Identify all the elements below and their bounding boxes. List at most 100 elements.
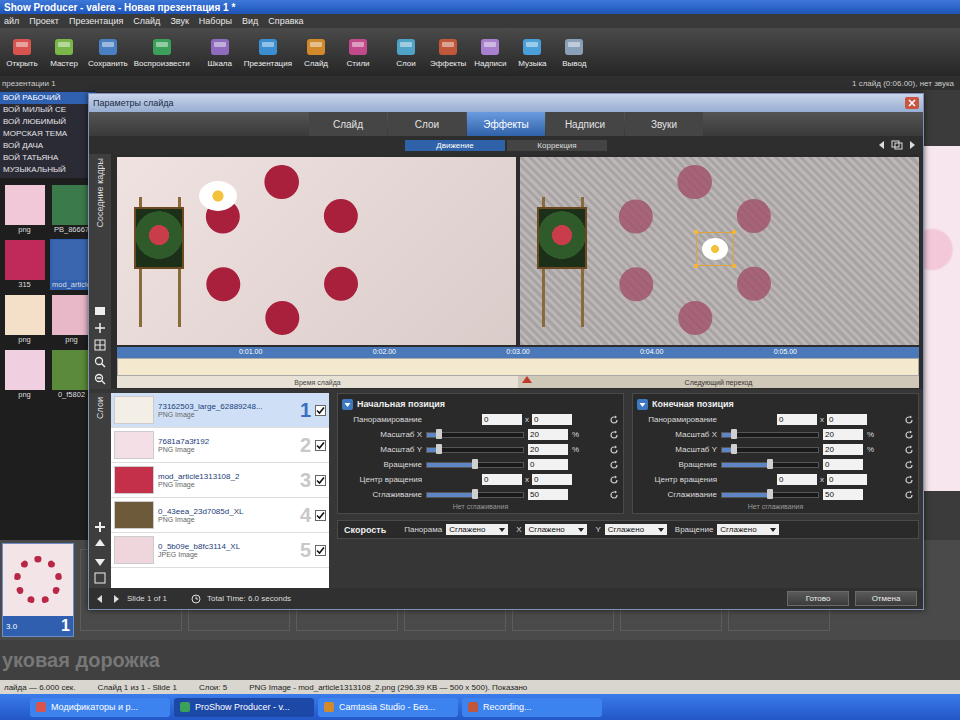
resize-handle[interactable] <box>732 264 736 268</box>
start-preview[interactable] <box>117 157 516 345</box>
toolbar-button[interactable]: Вывод <box>554 37 594 68</box>
selected-layer-box[interactable] <box>696 232 734 266</box>
taskbar-button[interactable]: Recording... <box>462 698 602 717</box>
dialog-subtab[interactable]: Движение <box>405 140 505 151</box>
number-field[interactable]: 0 <box>827 414 867 425</box>
toolbar-button[interactable]: Открыть <box>2 37 42 68</box>
dialog-tab[interactable]: Звуки <box>625 112 703 136</box>
file-thumbnail[interactable]: 315 <box>3 239 46 290</box>
param-slider[interactable] <box>426 432 524 438</box>
taskbar-button[interactable]: Модификаторы и р... <box>30 698 170 717</box>
menu-item[interactable]: Наборы <box>199 16 232 26</box>
collapse-icon[interactable] <box>342 399 353 410</box>
speed-dropdown[interactable]: Сглажено <box>717 524 779 535</box>
down-icon[interactable] <box>94 555 106 567</box>
layer-row[interactable]: mod_article1313108_2PNG Image3 <box>111 463 329 498</box>
number-field[interactable]: 20 <box>528 429 568 440</box>
slider-thumb[interactable] <box>436 444 442 454</box>
reset-icon[interactable] <box>904 460 914 470</box>
toolbar-button[interactable]: Воспроизвести <box>132 37 192 68</box>
copy-icon[interactable] <box>891 140 903 150</box>
slider-thumb[interactable] <box>731 444 737 454</box>
toolbar-button[interactable]: Слайд <box>296 37 336 68</box>
slider-thumb[interactable] <box>731 429 737 439</box>
reset-icon[interactable] <box>609 445 619 455</box>
folder-item[interactable]: МУЗЫКАЛЬНЫЙ <box>0 164 96 176</box>
speed-dropdown[interactable]: Сглажено <box>446 524 508 535</box>
number-field[interactable]: 0 <box>528 459 568 470</box>
menu-item[interactable]: Проект <box>29 16 59 26</box>
number-field[interactable]: 0 <box>482 474 522 485</box>
toolbar-button[interactable]: Стили <box>338 37 378 68</box>
param-slider[interactable] <box>426 462 524 468</box>
reset-icon[interactable] <box>609 415 619 425</box>
up-icon[interactable] <box>94 538 106 550</box>
zoom-icon[interactable] <box>94 356 106 368</box>
layer-options-icon[interactable] <box>94 572 106 584</box>
reset-icon[interactable] <box>609 475 619 485</box>
param-slider[interactable] <box>721 462 819 468</box>
taskbar-button[interactable]: ProShow Producer - v... <box>174 698 314 717</box>
slider-thumb[interactable] <box>767 489 773 499</box>
toolbar-button[interactable]: Музыка <box>512 37 552 68</box>
number-field[interactable]: 0 <box>532 474 572 485</box>
resize-handle[interactable] <box>732 230 736 234</box>
number-field[interactable]: 50 <box>823 489 863 500</box>
prev-slide-icon[interactable] <box>95 594 105 604</box>
number-field[interactable]: 20 <box>528 444 568 455</box>
layer-checkbox[interactable] <box>315 510 326 521</box>
file-thumbnail[interactable]: png <box>3 294 46 345</box>
frame-icon[interactable] <box>94 305 106 317</box>
file-thumbnail[interactable]: png <box>3 349 46 400</box>
param-slider[interactable] <box>426 492 524 498</box>
end-preview[interactable] <box>520 157 919 345</box>
slider-thumb[interactable] <box>767 459 773 469</box>
left-arrow-icon[interactable] <box>877 140 887 150</box>
reset-icon[interactable] <box>904 475 914 485</box>
file-thumbnail[interactable]: PB_86667 <box>50 184 93 235</box>
dialog-button[interactable]: Отмена <box>855 591 917 606</box>
file-thumbnail[interactable]: mod_article <box>50 239 93 290</box>
folder-item[interactable]: ВОЙ ДАЧА <box>0 140 96 152</box>
dialog-button[interactable]: Готово <box>787 591 849 606</box>
reset-icon[interactable] <box>609 490 619 500</box>
zoom-out-icon[interactable] <box>94 373 106 385</box>
layer-checkbox[interactable] <box>315 440 326 451</box>
menu-item[interactable]: Звук <box>170 16 188 26</box>
speed-dropdown[interactable]: Сглажено <box>525 524 587 535</box>
param-slider[interactable] <box>426 447 524 453</box>
number-field[interactable]: 0 <box>532 414 572 425</box>
folder-item[interactable]: ВОЙ РАБОЧИЙ <box>0 92 96 104</box>
reset-icon[interactable] <box>904 445 914 455</box>
transition-marker-icon[interactable] <box>522 376 532 383</box>
toolbar-button[interactable]: Презентация <box>242 37 294 68</box>
menu-item[interactable]: айл <box>4 16 19 26</box>
param-slider[interactable] <box>721 447 819 453</box>
slider-thumb[interactable] <box>472 489 478 499</box>
slide-thumbnail[interactable]: 3.01 <box>2 543 74 637</box>
layer-row[interactable]: 7681a7a3f192PNG Image2 <box>111 428 329 463</box>
dialog-tab[interactable]: Эффекты <box>467 112 545 136</box>
dialog-subtab[interactable]: Коррекция <box>507 140 607 151</box>
move-icon[interactable] <box>94 322 106 334</box>
resize-handle[interactable] <box>694 264 698 268</box>
folder-item[interactable]: МОРСКАЯ ТЕМА <box>0 128 96 140</box>
reset-icon[interactable] <box>609 430 619 440</box>
number-field[interactable]: 0 <box>827 474 867 485</box>
file-thumbnail[interactable]: 0_f5802 <box>50 349 93 400</box>
slider-thumb[interactable] <box>436 429 442 439</box>
reset-icon[interactable] <box>904 415 914 425</box>
reset-icon[interactable] <box>609 460 619 470</box>
file-thumbnail[interactable]: png <box>50 294 93 345</box>
close-icon[interactable] <box>905 97 919 109</box>
toolbar-button[interactable]: Шкала <box>200 37 240 68</box>
right-arrow-icon[interactable] <box>907 140 917 150</box>
number-field[interactable]: 0 <box>823 459 863 470</box>
dialog-tab[interactable]: Надписи <box>546 112 624 136</box>
folder-item[interactable]: ВОЙ ТАТЬЯНА <box>0 152 96 164</box>
toolbar-button[interactable]: Мастер <box>44 37 84 68</box>
menu-item[interactable]: Слайд <box>133 16 160 26</box>
toolbar-button[interactable]: Сохранить <box>86 37 130 68</box>
dialog-tab[interactable]: Слайд <box>309 112 387 136</box>
folder-item[interactable]: ВОЙ МИЛЫЙ СЕ <box>0 104 96 116</box>
